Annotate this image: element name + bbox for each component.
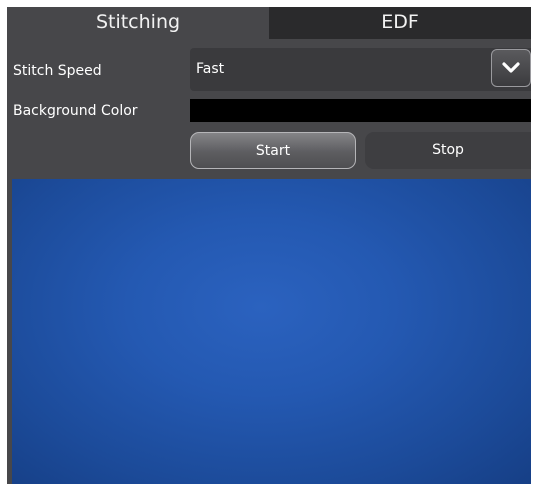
stitch-speed-select[interactable]: Fast: [190, 48, 531, 91]
chevron-down-icon[interactable]: [491, 49, 531, 87]
tab-edf[interactable]: EDF: [269, 7, 531, 39]
background-color-label: Background Color: [13, 103, 138, 119]
start-button[interactable]: Start: [190, 132, 356, 169]
tab-bar: Stitching EDF: [7, 7, 531, 39]
tab-stitching[interactable]: Stitching: [7, 7, 269, 39]
background-color-swatch[interactable]: [190, 99, 531, 122]
stitch-speed-value: Fast: [196, 61, 225, 77]
chevron-down-glyph: [502, 62, 520, 73]
stitching-preview-canvas[interactable]: [12, 179, 531, 484]
stitching-panel: Stitching EDF Stitch Speed Fast Backgrou…: [7, 7, 531, 484]
stitch-speed-label: Stitch Speed: [13, 63, 102, 79]
stop-button[interactable]: Stop: [365, 132, 531, 169]
